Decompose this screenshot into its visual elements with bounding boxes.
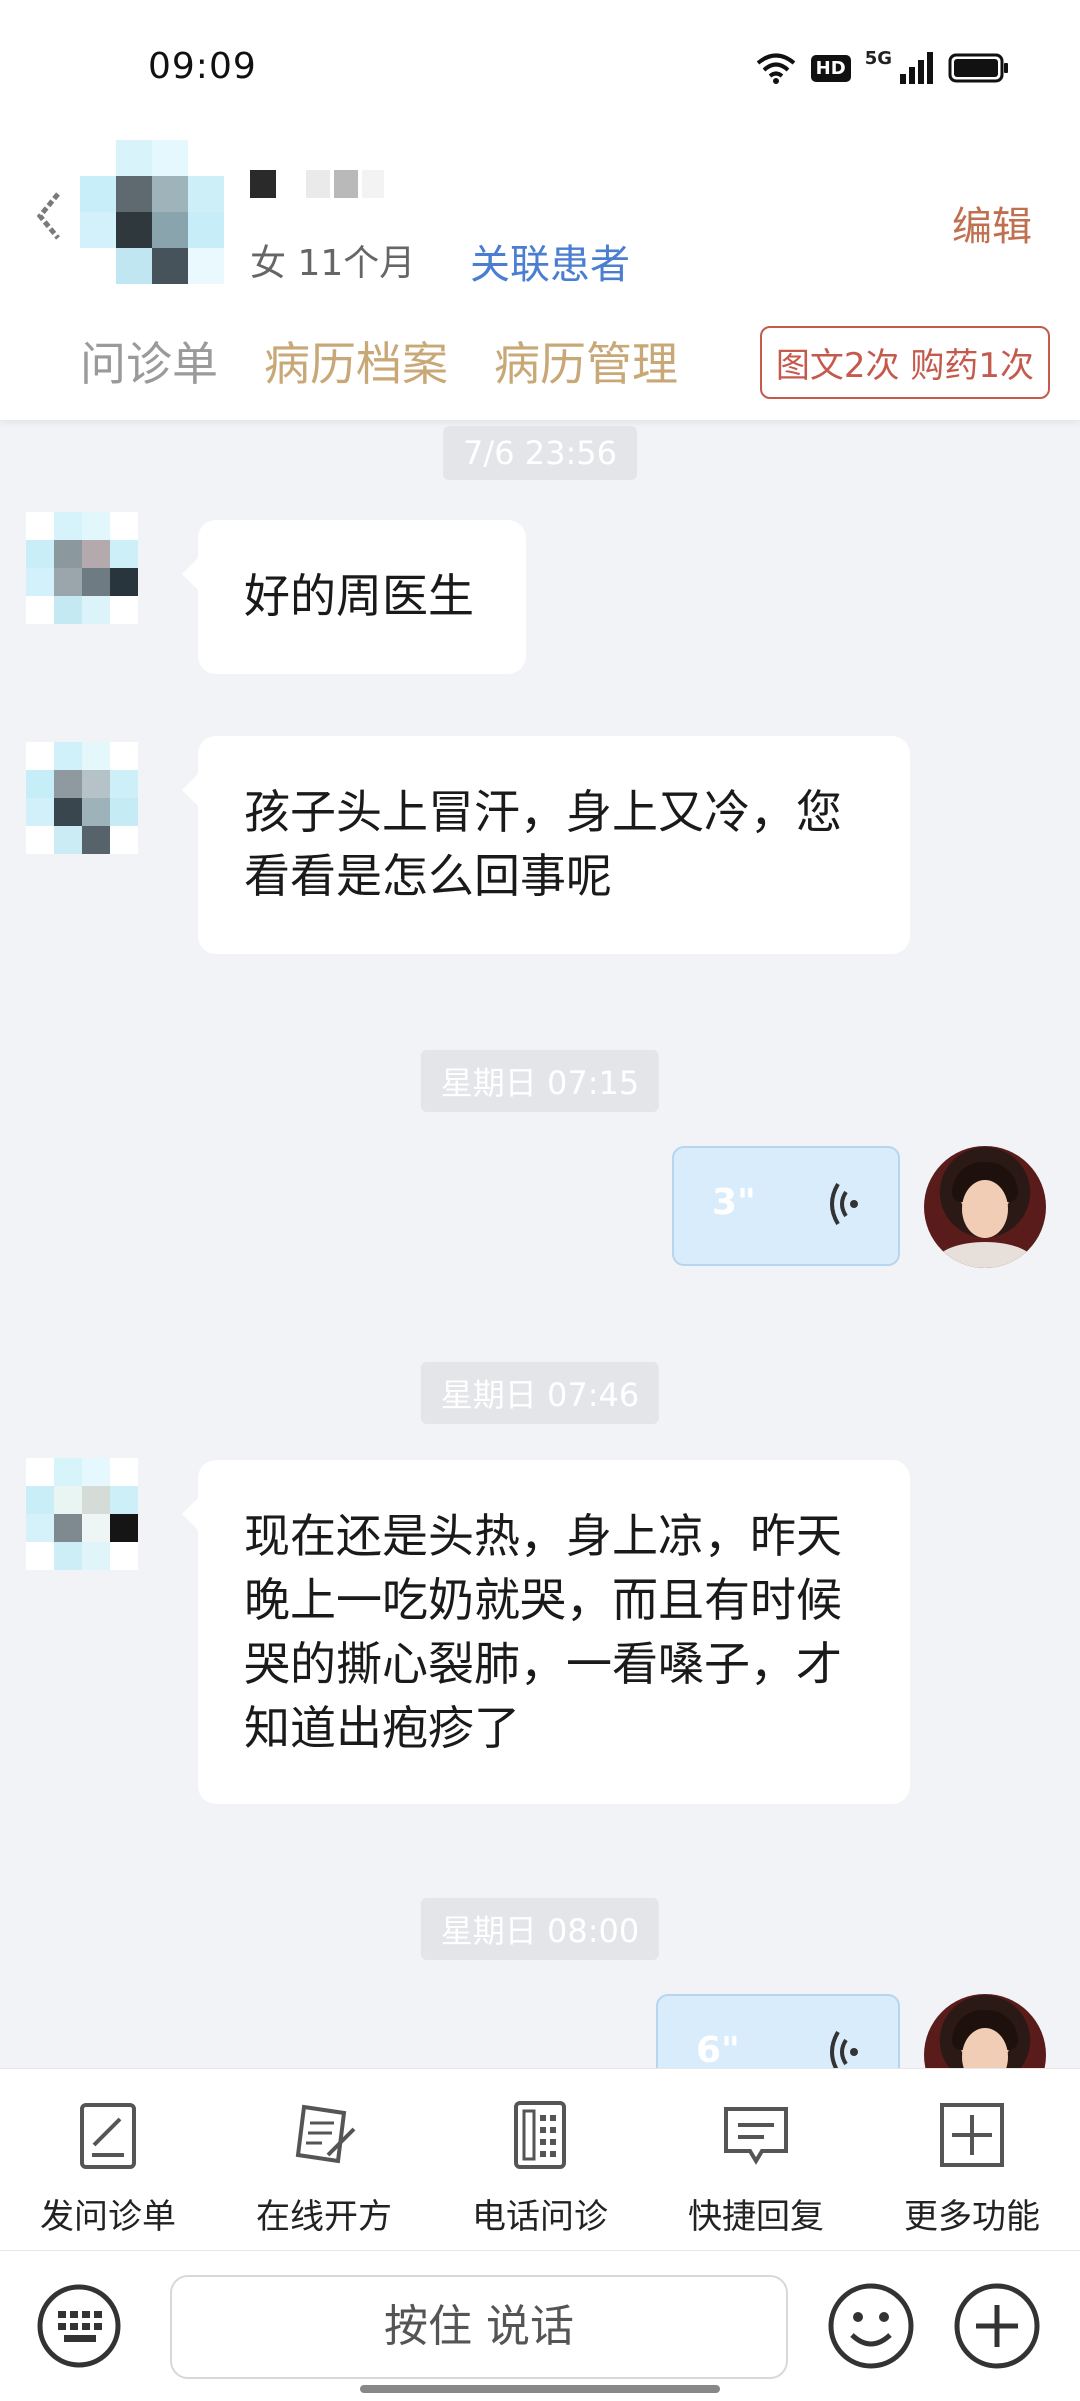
message-text: 好的周医生 <box>244 569 474 623</box>
doctor-avatar[interactable] <box>924 1994 1046 2068</box>
chat-message-list[interactable]: 7/6 23:56 好的周医生 孩子头上冒汗，身上又冷，您 看看是怎么回事呢 星… <box>0 422 1080 2068</box>
phone-consult-button[interactable]: 电话问诊 <box>432 2069 648 2251</box>
voice-message-bubble[interactable]: 3" <box>672 1146 900 1266</box>
patient-name-redacted <box>250 170 390 206</box>
status-icons: HD 5G <box>755 48 1010 84</box>
network-label: 5G <box>864 47 892 69</box>
add-plus-icon[interactable] <box>952 2281 1042 2371</box>
link-patient-button[interactable]: 关联患者 <box>470 232 630 290</box>
quick-reply-icon <box>724 2107 788 2165</box>
online-prescription-button[interactable]: 在线开方 <box>216 2069 432 2251</box>
voice-wave-icon <box>830 1182 858 1226</box>
message-text-line: 看看是怎么回事呢 <box>244 849 612 903</box>
timestamp-chip: 星期日 08:00 <box>420 1898 660 1960</box>
tool-label: 更多功能 <box>904 2197 1040 2237</box>
voice-wave-icon <box>830 2030 858 2068</box>
form-edit-icon <box>80 2103 136 2169</box>
wifi-icon <box>756 53 795 84</box>
send-consult-form-button[interactable]: 发问诊单 <box>0 2069 216 2251</box>
message-text-line: 孩子头上冒汗，身上又冷，您 <box>244 785 842 839</box>
patient-avatar[interactable] <box>26 512 138 624</box>
patient-gender-age: 女 11个月 <box>250 243 416 284</box>
voice-duration: 3" <box>712 1182 756 1223</box>
tool-label: 电话问诊 <box>472 2197 608 2237</box>
timestamp-chip: 星期日 07:46 <box>420 1362 660 1424</box>
signal-icon <box>900 52 933 84</box>
timestamp-chip: 7/6 23:56 <box>443 426 637 480</box>
function-toolbar: 发问诊单 在线开方 电话问诊 快捷回复 更多功能 <box>0 2068 1080 2251</box>
message-text-line: 哭的撕心裂肺，一看嗓子，才 <box>244 1637 842 1691</box>
edit-button[interactable]: 编辑 <box>952 194 1032 252</box>
input-bar: 按住 说话 <box>0 2250 1080 2401</box>
message-bubble-incoming[interactable]: 现在还是头热，身上凉，昨天 晚上一吃奶就哭，而且有时候 哭的撕心裂肺，一看嗓子，… <box>182 1460 910 1804</box>
patient-header: 女 11个月 关联患者 编辑 问诊单 病历档案 病历管理 图文2次 购药1次 <box>0 140 1080 420</box>
phone-icon <box>514 2101 566 2169</box>
message-bubble-incoming[interactable]: 孩子头上冒汗，身上又冷，您 看看是怎么回事呢 <box>182 736 910 954</box>
patient-avatar[interactable] <box>26 742 138 854</box>
more-plus-icon <box>940 2103 1004 2167</box>
doctor-avatar[interactable] <box>924 1146 1046 1268</box>
hold-to-talk-button[interactable]: 按住 说话 <box>170 2275 788 2379</box>
home-indicator[interactable] <box>360 2385 720 2393</box>
service-quota-badge[interactable]: 图文2次 购药1次 <box>759 326 1050 399</box>
patient-avatar[interactable] <box>26 1458 138 1570</box>
tool-label: 在线开方 <box>256 2197 392 2237</box>
patient-avatar[interactable] <box>80 140 224 284</box>
back-icon[interactable] <box>30 188 70 248</box>
message-text-line: 知道出疱疹了 <box>244 1701 520 1755</box>
tab-medical-archive[interactable]: 病历档案 <box>264 328 448 394</box>
timestamp-chip: 星期日 07:15 <box>420 1050 660 1112</box>
voice-duration: 6" <box>696 2030 740 2068</box>
message-text-line: 现在还是头热，身上凉，昨天 <box>244 1509 842 1563</box>
status-bar: 09:09 HD 5G <box>0 0 1080 140</box>
prescription-icon <box>295 2104 356 2164</box>
emoji-icon[interactable] <box>826 2281 916 2371</box>
hd-badge: HD <box>810 54 851 82</box>
battery-icon <box>948 53 1008 83</box>
status-time: 09:09 <box>148 46 257 87</box>
more-functions-button[interactable]: 更多功能 <box>864 2069 1080 2251</box>
tab-consult-form[interactable]: 问诊单 <box>80 328 218 394</box>
message-text-line: 晚上一吃奶就哭，而且有时候 <box>244 1573 842 1627</box>
quick-reply-button[interactable]: 快捷回复 <box>648 2069 864 2251</box>
tool-label: 快捷回复 <box>688 2197 824 2237</box>
tab-medical-management[interactable]: 病历管理 <box>494 328 678 394</box>
voice-message-bubble[interactable]: 6" <box>656 1994 900 2068</box>
keyboard-icon[interactable] <box>36 2283 122 2369</box>
message-bubble-incoming[interactable]: 好的周医生 <box>182 520 526 674</box>
record-tabs: 问诊单 病历档案 病历管理 <box>80 328 678 394</box>
tool-label: 发问诊单 <box>40 2197 176 2237</box>
